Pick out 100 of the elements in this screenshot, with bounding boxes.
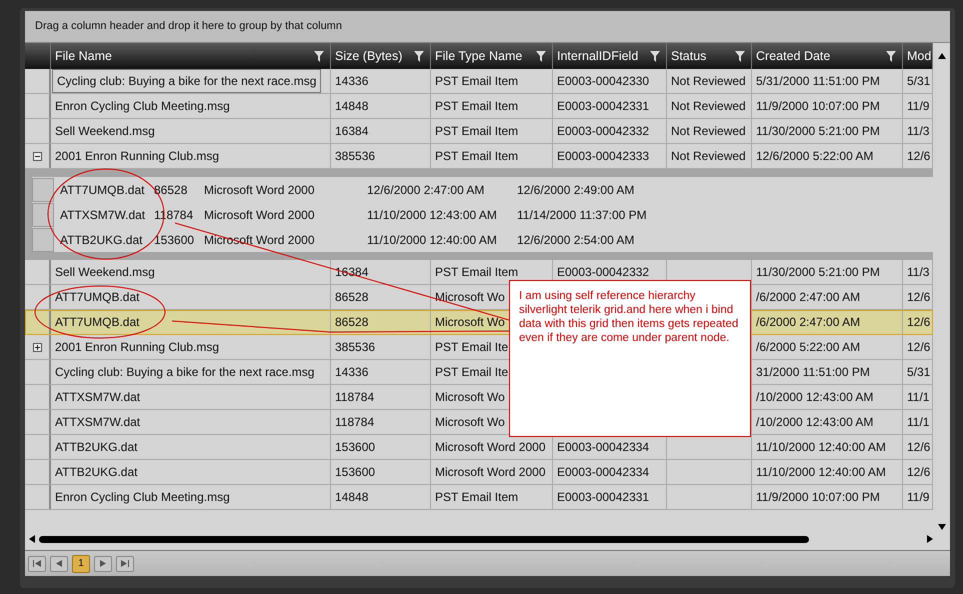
table-cell-text: PST Email Ite: [434, 339, 510, 356]
table-cell-text: ATTB2UKG.dat: [54, 464, 138, 481]
table-cell-text: /6/2000 2:47:00 AM: [755, 314, 862, 331]
table-cell-text: /6/2000 2:47:00 AM: [755, 289, 862, 306]
table-cell-text: E0003-00042331: [556, 98, 650, 115]
table-cell-text: 16384: [334, 123, 370, 140]
table-cell-text: 14848: [334, 98, 370, 115]
filter-icon[interactable]: [536, 50, 546, 62]
table-cell-text: 12/6: [906, 289, 932, 306]
table-cell-text: 12/6/2000 2:54:00 AM: [517, 232, 636, 248]
filter-icon[interactable]: [314, 50, 324, 62]
table-cell-text: ATT7UMQB.dat: [60, 182, 146, 198]
table-cell: Cycling club: Buying a bike for the next race.msg: [52, 69, 322, 93]
table-cell-text: E0003-00042334: [556, 439, 650, 456]
table-cell-text: PST Email Item: [434, 264, 520, 281]
table-cell-text: 2001 Enron Running Club.msg: [54, 339, 220, 356]
grid-row[interactable]: Sell Weekend.msg 16384 PST Email Item E0003-00042332 Not Reviewed 11/30/2000 5:21:00 PM 11/3: [25, 119, 933, 144]
first-page-button[interactable]: [28, 556, 46, 572]
table-cell-text: Enron Cycling Club Meeting.msg: [54, 489, 231, 506]
grid-row[interactable]: ATTB2UKG.dat 153600 Microsoft Word 2000 E0003-00042334 11/10/2000 12:40:00 AM 12/6: [25, 435, 933, 460]
grid-row[interactable]: 2001 Enron Running Club.msg 385536 PST Email Item E0003-00042333 Not Reviewed 12/6/2000 5:22:00 AM 12/6: [25, 144, 933, 169]
table-cell-text: Sell Weekend.msg: [54, 264, 156, 281]
table-cell-text: 11/10/2000 12:43:00 AM: [367, 206, 498, 224]
table-cell-text: ATTB2UKG.dat: [54, 439, 138, 456]
scroll-up-icon[interactable]: [938, 53, 946, 59]
table-cell-text: Not Reviewed: [670, 98, 747, 115]
table-cell-text: E0003-00042331: [556, 489, 650, 506]
table-cell-text: 5/31: [906, 73, 932, 90]
expand-icon[interactable]: [32, 342, 42, 352]
table-cell-text: Not Reviewed: [670, 73, 747, 90]
table-cell-text: 12/6: [906, 148, 932, 165]
table-cell-text: 153600: [334, 439, 376, 456]
table-cell-text: E0003-00042330: [556, 73, 650, 90]
table-cell-text: 11/9: [906, 98, 930, 115]
table-cell-text: /10/2000 12:43:00 AM: [755, 389, 874, 406]
table-cell-text: 385536: [334, 339, 376, 356]
table-cell-text: ATTXSM7W.dat: [54, 414, 142, 431]
group-panel-hint: Drag a column header and drop it here to group by that column: [35, 19, 342, 34]
grid-row[interactable]: Cycling club: Buying a bike for the next race.msg 14336 PST Email Item E0003-00042330 Not Reviewed 5/31/2000 11:51:00 PM 5/31: [25, 69, 933, 94]
table-cell-text: Enron Cycling Club Meeting.msg: [54, 98, 231, 115]
table-cell-text: E0003-00042332: [556, 264, 650, 281]
table-cell-text: 153600: [154, 232, 196, 248]
table-cell-text: /10/2000 12:43:00 AM: [755, 414, 874, 431]
table-cell-text: 385536: [334, 148, 376, 165]
table-cell-text: PST Email Item: [434, 98, 520, 115]
grid-row[interactable]: ATTB2UKG.dat 153600 Microsoft Word 2000 E0003-00042334 11/10/2000 12:40:00 AM 12/6: [25, 460, 933, 485]
scroll-left-icon[interactable]: [29, 535, 35, 543]
table-cell-text: ATTB2UKG.dat: [60, 232, 144, 248]
table-cell-text: E0003-00042332: [556, 123, 650, 140]
table-cell-text: PST Email Item: [434, 489, 520, 506]
table-cell-text: 11/3: [906, 264, 930, 281]
previous-page-button[interactable]: [50, 556, 68, 572]
table-cell-text: Microsoft Word 2000: [204, 206, 316, 224]
table-cell-text: Not Reviewed: [670, 148, 747, 165]
table-cell-text: 12/6: [906, 339, 932, 356]
previous-page-icon: [55, 560, 63, 567]
table-cell-text: 118784: [334, 389, 376, 406]
table-cell-text: Microsoft Wo: [434, 389, 506, 406]
last-page-button[interactable]: [116, 556, 134, 572]
table-cell-text: 11/9/2000 10:07:00 PM: [755, 98, 881, 115]
collapse-icon[interactable]: [32, 152, 42, 160]
table-cell-text: 14336: [334, 73, 370, 90]
table-cell-text: Microsoft Word 2000: [434, 464, 546, 481]
grid-row[interactable]: Enron Cycling Club Meeting.msg 14848 PST Email Item E0003-00042331 Not Reviewed 11/9/2000 10:07:00 PM 11/9: [25, 94, 933, 119]
table-cell-text: E0003-00042333: [556, 148, 650, 165]
table-cell-text: Microsoft Word 2000: [204, 182, 316, 198]
scroll-down-icon[interactable]: [938, 524, 946, 530]
table-cell-text: PST Email Item: [434, 123, 520, 140]
table-cell-text: 11/1: [906, 414, 930, 431]
next-page-icon: [99, 560, 107, 567]
table-cell-text: 5/31/2000 11:51:00 PM: [755, 73, 881, 90]
table-cell-text: 11/10/2000 12:40:00 AM: [755, 439, 887, 456]
table-cell-text: 11/30/2000 5:21:00 PM: [755, 264, 881, 281]
grid-row[interactable]: Enron Cycling Club Meeting.msg 14848 PST Email Item E0003-00042331 11/9/2000 10:07:00 PM 11/9: [25, 485, 933, 510]
filter-icon[interactable]: [414, 50, 424, 62]
table-cell-text: PST Email Ite: [434, 364, 510, 381]
filter-icon[interactable]: [886, 50, 896, 62]
table-cell-text: Microsoft Wo: [434, 414, 506, 431]
horizontal-scrollbar-thumb[interactable]: [39, 536, 809, 542]
table-cell-text: ATT7UMQB.dat: [54, 314, 140, 331]
page-button[interactable]: 1: [72, 554, 90, 572]
table-cell-text: 86528: [334, 289, 370, 306]
row-indicator[interactable]: [32, 202, 54, 226]
next-page-button[interactable]: [94, 556, 112, 572]
table-cell-text: 12/6: [906, 314, 932, 331]
table-cell-text: Not Reviewed: [670, 123, 747, 140]
filter-icon[interactable]: [735, 50, 745, 62]
scroll-right-icon[interactable]: [927, 535, 933, 543]
table-cell-text: 153600: [334, 464, 376, 481]
table-cell-text: ATTXSM7W.dat: [54, 389, 142, 406]
table-cell-text: 118784: [334, 414, 376, 431]
table-cell-text: 12/6/2000 2:47:00 AM: [367, 182, 486, 198]
table-cell-text: ATTXSM7W.dat: [60, 206, 146, 224]
table-cell-text: 11/30/2000 5:21:00 PM: [755, 123, 881, 140]
table-cell-text: PST Email Item: [434, 73, 520, 90]
table-cell-text: Microsoft Word 2000: [434, 439, 546, 456]
table-cell-text: E0003-00042334: [556, 464, 650, 481]
table-cell-text: /6/2000 5:22:00 AM: [755, 339, 862, 356]
table-cell-text: Cycling club: Buying a bike for the next race.msg: [54, 364, 316, 381]
filter-icon[interactable]: [650, 50, 660, 62]
